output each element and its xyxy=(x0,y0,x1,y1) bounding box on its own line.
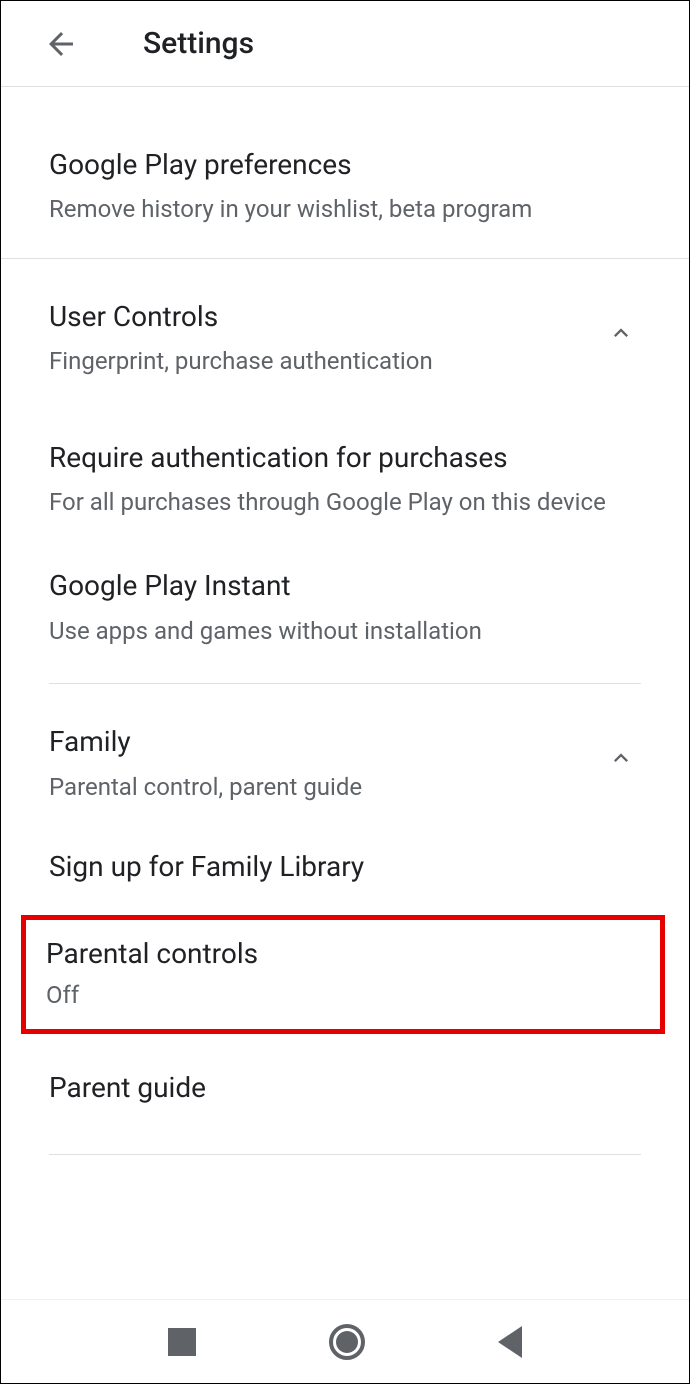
nav-recent-button[interactable] xyxy=(168,1328,196,1356)
back-button[interactable] xyxy=(41,24,81,64)
item-title: Google Play Instant xyxy=(49,568,641,604)
item-title: Require authentication for purchases xyxy=(49,440,641,476)
item-subtitle: Use apps and games without installation xyxy=(49,615,641,647)
item-parent-guide[interactable]: Parent guide xyxy=(1,1048,689,1136)
item-title: Parental controls xyxy=(46,936,640,972)
divider xyxy=(49,1154,641,1155)
item-family-library[interactable]: Sign up for Family Library xyxy=(1,835,689,907)
settings-content: Google Play preferences Remove history i… xyxy=(1,87,689,1155)
section-user-controls-header[interactable]: User Controls Fingerprint, purchase auth… xyxy=(1,259,689,410)
chevron-up-icon xyxy=(605,742,637,774)
item-play-instant[interactable]: Google Play Instant Use apps and games w… xyxy=(1,548,689,677)
item-require-authentication[interactable]: Require authentication for purchases For… xyxy=(1,410,689,549)
item-title: Sign up for Family Library xyxy=(49,849,641,885)
section-play-preferences[interactable]: Google Play preferences Remove history i… xyxy=(1,87,689,259)
home-circle-icon xyxy=(336,1331,358,1353)
item-parental-controls[interactable]: Parental controls Off xyxy=(21,915,665,1034)
section-subtitle: Remove history in your wishlist, beta pr… xyxy=(49,193,641,225)
item-subtitle: Off xyxy=(46,979,640,1011)
item-subtitle: For all purchases through Google Play on… xyxy=(49,486,641,518)
page-title: Settings xyxy=(143,26,254,61)
system-nav-bar xyxy=(1,1299,689,1383)
chevron-up-icon xyxy=(605,317,637,349)
arrow-left-icon xyxy=(43,26,79,62)
section-subtitle: Fingerprint, purchase authentication xyxy=(49,345,433,377)
nav-home-button[interactable] xyxy=(329,1324,365,1360)
section-title: Google Play preferences xyxy=(49,147,641,183)
section-family-header[interactable]: Family Parental control, parent guide xyxy=(1,684,689,835)
section-title: Family xyxy=(49,724,362,760)
item-title: Parent guide xyxy=(49,1070,641,1106)
section-subtitle: Parental control, parent guide xyxy=(49,771,362,803)
section-title: User Controls xyxy=(49,299,433,335)
app-header: Settings xyxy=(1,1,689,87)
nav-back-button[interactable] xyxy=(498,1326,522,1358)
